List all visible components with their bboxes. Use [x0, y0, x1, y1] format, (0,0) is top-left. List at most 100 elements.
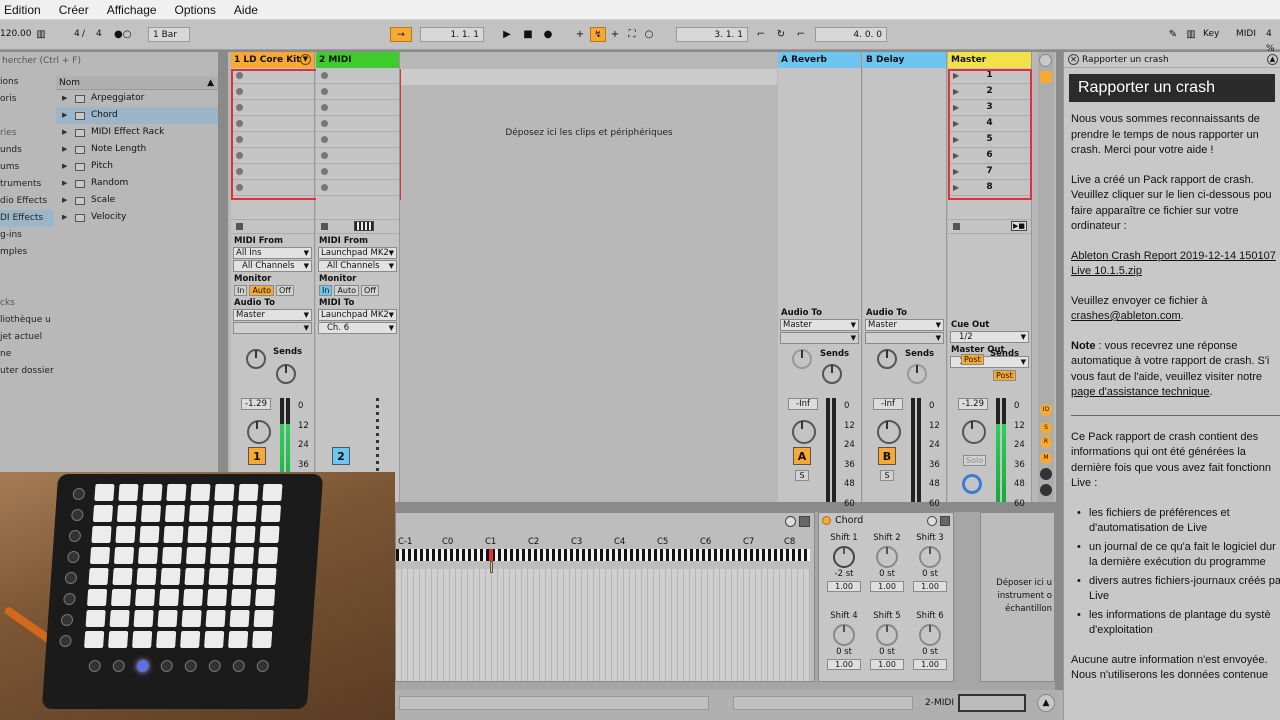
detail-toggle-icon[interactable]: ▲ [1037, 694, 1055, 712]
velocity-field[interactable]: 1.00 [827, 581, 861, 592]
category-item[interactable]: unds [0, 142, 54, 159]
loop-start[interactable]: 3. 1. 1 [676, 27, 748, 42]
monitor-auto-button[interactable]: Auto [334, 285, 360, 296]
io-toggle-icon[interactable]: IO [1040, 404, 1052, 416]
close-icon[interactable]: ✕ [1068, 54, 1079, 65]
track-activator-button[interactable]: B [878, 447, 896, 465]
instrument-drop-zone[interactable]: Déposer ici u instrument o échantillon [980, 512, 1055, 682]
follow-icon[interactable]: → [390, 27, 412, 42]
metronome-toggle-icon[interactable]: ●○ [114, 27, 131, 42]
key-map-button[interactable]: Key [1203, 27, 1219, 42]
returns-toggle-icon[interactable]: R [1040, 436, 1052, 448]
device-on-icon[interactable] [822, 516, 831, 525]
midi-to-select[interactable]: Launchpad MK2 [318, 309, 397, 321]
punch-out-icon[interactable]: ⌐ [794, 27, 808, 42]
solo-button[interactable]: S [795, 470, 809, 481]
category-item[interactable]: dio Effects [0, 193, 54, 210]
tempo-field[interactable]: 120.00 [0, 27, 32, 42]
expand-icon[interactable]: ▶ [62, 90, 70, 107]
hot-swap-icon[interactable] [927, 516, 937, 526]
menu-affichage[interactable]: Affichage [98, 3, 166, 17]
crash-report-link[interactable]: Ableton Crash Report 2019-12-14 150107 Li… [1071, 249, 1280, 280]
category-item[interactable]: jet actuel [0, 329, 54, 346]
volume-field[interactable]: -Inf [873, 398, 903, 410]
track-header[interactable]: 2 MIDI [316, 52, 399, 68]
session-record-icon[interactable]: ○ [642, 27, 656, 42]
expand-icon[interactable]: ▶ [62, 192, 70, 209]
expand-icon[interactable]: ▶ [62, 175, 70, 192]
list-item[interactable]: ▶ Random [56, 175, 218, 192]
solo-button[interactable]: Solo [963, 455, 987, 466]
volume-field[interactable]: -1.29 [958, 398, 988, 410]
scroll-icon[interactable] [1039, 54, 1052, 67]
scroll-up-icon[interactable]: ▲ [1267, 54, 1278, 65]
post-button[interactable]: Post [993, 370, 1016, 381]
monitor-auto-button[interactable]: Auto [249, 285, 275, 296]
solo-button[interactable]: S [880, 470, 894, 481]
fold-icon[interactable]: ▼ [300, 54, 311, 65]
support-link[interactable]: page d'assistance technique [1071, 386, 1209, 398]
monitor-in-button[interactable]: In [319, 285, 333, 296]
send-a-knob[interactable] [792, 349, 812, 369]
save-preset-icon[interactable] [940, 516, 950, 526]
expand-icon[interactable]: ▶ [62, 141, 70, 158]
browser-search-input[interactable]: hercher (Ctrl + F) [0, 56, 218, 70]
stop-clip-button[interactable] [316, 220, 399, 234]
track-header[interactable]: 1 LD Core Kit ▼ [231, 52, 314, 68]
cue-out-select[interactable]: 1/2 [950, 331, 1029, 343]
menu-creer[interactable]: Créer [50, 3, 98, 17]
monitor-in-button[interactable]: In [234, 285, 248, 296]
volume-field[interactable]: -1.29 [241, 398, 271, 410]
track-header[interactable]: B Delay [863, 52, 946, 68]
monitor-off-button[interactable]: Off [276, 285, 294, 296]
category-item[interactable]: liothèque u [0, 312, 54, 329]
mixer-toggle-icon[interactable]: M [1040, 452, 1052, 464]
play-icon[interactable]: ▶ [500, 27, 514, 42]
category-item-midi-effects[interactable]: DI Effects [0, 210, 54, 227]
list-item[interactable]: ▶ Arpeggiator [56, 90, 218, 107]
send-b-knob[interactable] [907, 364, 927, 384]
column-header[interactable]: Nom ▲ [56, 76, 218, 90]
category-item[interactable]: ums [0, 159, 54, 176]
midi-map-button[interactable]: MIDI [1236, 27, 1256, 42]
category-item[interactable]: oris [0, 91, 54, 108]
signature-numerator[interactable]: 4 [74, 27, 80, 42]
list-item[interactable]: ▶ Velocity [56, 209, 218, 226]
category-item[interactable]: g-ins [0, 227, 54, 244]
cue-volume-knob[interactable] [962, 474, 982, 494]
list-item[interactable]: ▶ Chord [56, 107, 218, 124]
category-item[interactable] [0, 278, 54, 295]
list-item[interactable]: ▶ Note Length [56, 141, 218, 158]
automation-arm-icon[interactable]: ↯ [590, 27, 606, 42]
category-item[interactable]: uter dossier. [0, 363, 54, 380]
shift-knob[interactable] [876, 624, 898, 646]
midi-channel-select[interactable]: Ch. 6 [318, 322, 397, 334]
send-b-knob[interactable] [276, 364, 296, 384]
shift-knob[interactable] [833, 546, 855, 568]
quantize-select[interactable]: 1 Bar [148, 27, 190, 42]
sends-toggle-icon[interactable]: S [1040, 422, 1052, 434]
menu-aide[interactable]: Aide [225, 3, 267, 17]
capture-icon[interactable]: ⛶ [625, 27, 639, 42]
expand-icon[interactable]: ▶ [62, 209, 70, 226]
stop-all-clips-button[interactable]: ▶■ [948, 220, 1031, 234]
loop-length[interactable]: 4. 0. 0 [815, 27, 887, 42]
clip-slot[interactable] [316, 100, 399, 116]
device-toggle-icon[interactable] [785, 516, 796, 527]
list-item[interactable]: ▶ MIDI Effect Rack [56, 124, 218, 141]
velocity-field[interactable]: 1.00 [827, 659, 861, 670]
clip-slot[interactable] [316, 116, 399, 132]
metronome-icon[interactable]: ▥ [34, 27, 48, 42]
menu-options[interactable]: Options [166, 3, 225, 17]
track-activator-button[interactable]: 2 [332, 447, 350, 465]
send-a-knob[interactable] [246, 349, 266, 369]
crossfader-toggle-icon[interactable] [1040, 468, 1052, 480]
clip-slot[interactable] [316, 132, 399, 148]
shift-knob[interactable] [876, 546, 898, 568]
stop-icon[interactable]: ■ [521, 27, 535, 42]
clip-slot[interactable] [316, 68, 399, 84]
draw-mode-icon[interactable]: ✎ [1166, 27, 1180, 42]
clip-slot[interactable] [316, 180, 399, 196]
post-button[interactable]: Post [961, 354, 984, 365]
shift-knob[interactable] [919, 546, 941, 568]
